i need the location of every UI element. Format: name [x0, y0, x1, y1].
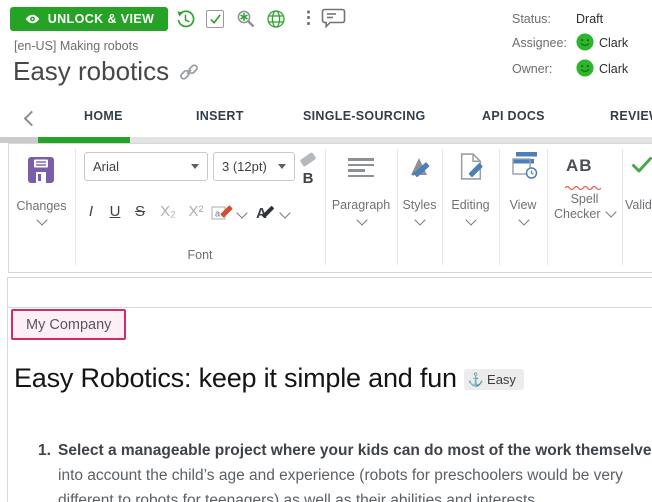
- font-family-value: Arial: [93, 159, 120, 174]
- eye-icon: [24, 13, 41, 25]
- view-dropdown[interactable]: View: [499, 198, 547, 212]
- spell-checker-dropdown-line2[interactable]: Checker: [547, 206, 622, 221]
- list-item-line1[interactable]: Select a manageable project where your k…: [58, 441, 652, 461]
- tab-api-docs[interactable]: API DOCS: [482, 109, 545, 123]
- editing-dropdown[interactable]: Editing: [442, 198, 499, 212]
- font-size-value: 3 (12pt): [222, 159, 267, 174]
- assignee-avatar[interactable]: [576, 32, 594, 54]
- owner-avatar[interactable]: [576, 58, 594, 80]
- status-label: Status:: [512, 12, 551, 26]
- list-item-line3[interactable]: different to robots for teenagers) as we…: [58, 491, 539, 502]
- history-icon[interactable]: [176, 10, 195, 29]
- document-heading[interactable]: Easy Robotics: keep it simple and fun: [14, 363, 457, 394]
- breadcrumb: [en-US] Making robots: [14, 39, 139, 53]
- highlight-color-icon[interactable]: a: [211, 203, 233, 228]
- status-value: Draft: [576, 12, 604, 26]
- tab-insert[interactable]: INSERT: [196, 109, 244, 123]
- list-item-line2[interactable]: into account the child’s age and experie…: [58, 466, 623, 486]
- unlock-and-view-button[interactable]: UNLOCK & VIEW: [10, 7, 168, 31]
- page-title: Easy robotics: [13, 56, 170, 86]
- spell-checker-label: Checker: [553, 207, 601, 221]
- font-family-select[interactable]: Arial: [84, 152, 208, 181]
- underline-button[interactable]: U: [107, 203, 123, 220]
- search-settings-icon[interactable]: [236, 9, 256, 29]
- save-icon[interactable]: [26, 155, 56, 190]
- font-size-select[interactable]: 3 (12pt): [213, 152, 295, 181]
- spell-checker-icon: AB: [566, 156, 593, 175]
- validation-icon: [631, 156, 652, 179]
- anchor-label: Easy: [487, 372, 516, 387]
- link-icon[interactable]: [179, 62, 199, 87]
- changes-dropdown[interactable]: Changes: [8, 199, 75, 213]
- unlock-button-label: UNLOCK & VIEW: [47, 12, 155, 26]
- paragraph-icon: [348, 158, 374, 177]
- kebab-menu-icon[interactable]: ⋮: [300, 8, 317, 28]
- font-group-label: Font: [187, 248, 213, 262]
- tabs-scroll-left-icon[interactable]: [23, 110, 40, 127]
- chevron-down-icon: [605, 206, 617, 218]
- tab-review[interactable]: REVIEW: [610, 109, 652, 123]
- italic-button[interactable]: I: [84, 203, 98, 220]
- editing-icon: [459, 152, 483, 186]
- bold-button[interactable]: B: [299, 170, 317, 187]
- app-window: UNLOCK & VIEW ⋮ Status: Draft Assignee: …: [0, 0, 652, 502]
- owner-label: Owner:: [512, 62, 553, 76]
- paragraph-dropdown[interactable]: Paragraph: [325, 198, 397, 212]
- company-snippet-block[interactable]: My Company: [11, 309, 127, 340]
- owner-row: Owner: Clark: [512, 58, 629, 80]
- styles-dropdown[interactable]: Styles: [397, 198, 442, 212]
- document-heading-row: Easy Robotics: keep it simple and fun ⚓ …: [14, 363, 524, 394]
- assignee-row: Assignee: Clark: [512, 32, 629, 54]
- topic-title-row: Easy robotics: [13, 56, 199, 87]
- assignee-value: Clark: [599, 36, 629, 50]
- view-icon: [509, 150, 538, 185]
- comment-icon[interactable]: [321, 8, 346, 29]
- task-checkbox-icon[interactable]: [206, 10, 224, 28]
- strikethrough-button[interactable]: S: [132, 203, 148, 220]
- list-item-number: 1.: [38, 442, 51, 459]
- superscript-button[interactable]: X²: [184, 203, 208, 220]
- styles-icon: [407, 153, 433, 186]
- subscript-button[interactable]: X₂: [156, 203, 180, 220]
- font-color-icon[interactable]: A: [254, 202, 276, 229]
- validation-dropdown[interactable]: Validation: [625, 198, 652, 212]
- assignee-label: Assignee:: [512, 36, 567, 50]
- company-label: My Company: [26, 316, 112, 333]
- anchor-badge[interactable]: ⚓ Easy: [463, 369, 524, 390]
- svg-text:a: a: [215, 209, 220, 219]
- tab-home[interactable]: HOME: [84, 109, 123, 123]
- dropdown-caret-icon: [278, 164, 286, 169]
- document-top-border: [8, 307, 652, 308]
- anchor-icon: ⚓: [467, 371, 485, 387]
- tab-single-sourcing[interactable]: SINGLE-SOURCING: [303, 109, 426, 123]
- globe-icon[interactable]: [266, 9, 286, 29]
- spell-checker-dropdown[interactable]: Spell: [547, 192, 622, 206]
- ribbon-separator: [622, 149, 623, 265]
- status-row: Status: Draft: [512, 9, 603, 29]
- owner-value: Clark: [599, 62, 629, 76]
- dropdown-caret-icon: [191, 164, 199, 169]
